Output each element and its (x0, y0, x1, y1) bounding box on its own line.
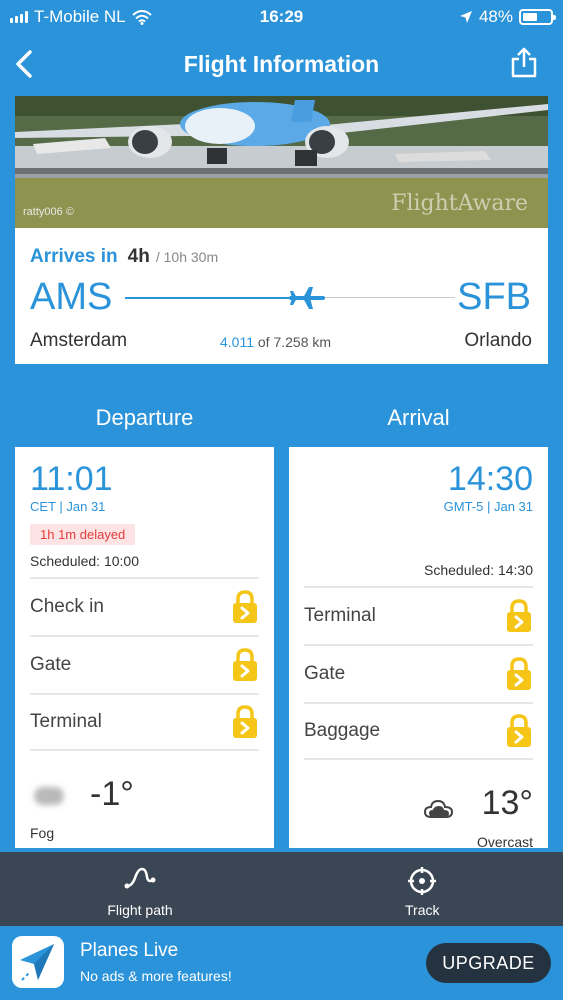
arrival-row-terminal[interactable]: Terminal (304, 586, 533, 644)
airplane-icon (288, 287, 325, 309)
share-icon (511, 47, 537, 78)
flight-path-button[interactable]: Flight path (0, 852, 282, 926)
photo-credit: ratty006 © (23, 206, 74, 218)
destination-city: Orlando (464, 330, 532, 351)
departure-row-gate[interactable]: Gate (30, 635, 259, 693)
lock-icon (231, 590, 259, 624)
cloud-icon (423, 799, 454, 818)
flight-path-label: Flight path (107, 902, 173, 918)
departure-header: Departure (15, 388, 274, 447)
lock-icon (505, 714, 533, 748)
arrival-weather: 13° Overcast (304, 760, 533, 848)
upgrade-button[interactable]: UPGRADE (426, 943, 551, 983)
lock-icon (505, 599, 533, 633)
row-label: Check in (30, 596, 104, 617)
origin-city: Amsterdam (30, 330, 128, 351)
track-label: Track (405, 902, 440, 918)
page-title: Flight Information (183, 51, 380, 77)
departure-time: 11:01 (30, 460, 113, 498)
lock-icon (505, 657, 533, 691)
paper-plane-icon (20, 944, 54, 981)
departure-weather: -1° Fog (30, 751, 259, 841)
status-bar: T-Mobile NL 16:29 48% (0, 0, 563, 34)
route-progress (125, 287, 455, 309)
bottom-toolbar: Flight path Track (0, 852, 563, 926)
departure-scheduled: Scheduled: 10:00 (30, 553, 139, 569)
arrives-label: Arrives in (30, 246, 118, 267)
arrival-row-gate[interactable]: Gate (304, 644, 533, 702)
departure-temperature: -1° (90, 775, 134, 813)
arrives-value: 4h (127, 246, 150, 267)
arrival-card: Arrival 14:30 GMT-5 | Jan 31 Scheduled: … (289, 388, 548, 848)
distance: 4.011 of 7.258 km (220, 334, 331, 350)
departure-details: Check in Gate Terminal (30, 577, 259, 751)
origin-code: AMS (30, 276, 113, 318)
battery-percent: 48% (478, 7, 513, 26)
nav-bar: Flight Information (0, 34, 563, 96)
row-label: Gate (304, 663, 346, 684)
track-button[interactable]: Track (282, 852, 563, 926)
distance-total: of 7.258 km (257, 334, 332, 350)
departure-card: Departure 11:01 CET | Jan 31 1h 1m delay… (15, 388, 274, 848)
photo-watermark: FlightAware (391, 191, 528, 216)
route-progress-done (125, 297, 307, 299)
departure-row-terminal[interactable]: Terminal (30, 693, 259, 751)
row-label: Baggage (304, 720, 381, 741)
promo-subtitle: No ads & more features! (80, 968, 232, 984)
row-label: Terminal (304, 605, 376, 626)
location-arrow-icon (459, 11, 472, 23)
arrival-timezone-date: GMT-5 | Jan 31 (443, 499, 533, 514)
flight-path-icon (124, 867, 156, 889)
departure-weather-desc: Fog (30, 825, 55, 841)
total-duration: / 10h 30m (155, 249, 219, 265)
planes-live-app-icon (12, 936, 64, 988)
departure-row-check-in[interactable]: Check in (30, 577, 259, 635)
aircraft-photo: ratty006 © FlightAware (15, 96, 548, 228)
arrival-scheduled: Scheduled: 14:30 (424, 562, 533, 578)
distance-flown: 4.011 (220, 334, 254, 350)
battery-icon (519, 9, 556, 25)
arrival-temperature: 13° (481, 784, 533, 822)
route-progress-remaining (306, 297, 455, 298)
promo-banner: Planes Live No ads & more features! UPGR… (0, 926, 563, 1000)
row-label: Terminal (30, 711, 102, 732)
lock-icon (231, 648, 259, 682)
departure-timezone-date: CET | Jan 31 (30, 499, 106, 514)
crosshair-icon (408, 867, 437, 895)
arrival-header: Arrival (289, 388, 548, 447)
arrival-weather-desc: Overcast (476, 834, 533, 848)
arrival-row-baggage[interactable]: Baggage (304, 702, 533, 760)
arrival-details: Terminal Gate Baggage (304, 586, 533, 760)
lock-icon (231, 705, 259, 739)
row-label: Gate (30, 654, 72, 675)
delay-badge: 1h 1m delayed (30, 524, 136, 545)
arrival-time: 14:30 (447, 460, 533, 498)
status-right: 48% (459, 7, 556, 27)
destination-code: SFB (457, 276, 531, 318)
arrives-in: Arrives in 4h / 10h 30m (30, 246, 218, 268)
route-card: Arrives in 4h / 10h 30m AMS SFB Amsterda… (15, 228, 548, 364)
promo-app-name: Planes Live (80, 940, 179, 961)
share-button[interactable] (507, 46, 541, 80)
fog-icon (34, 787, 64, 805)
